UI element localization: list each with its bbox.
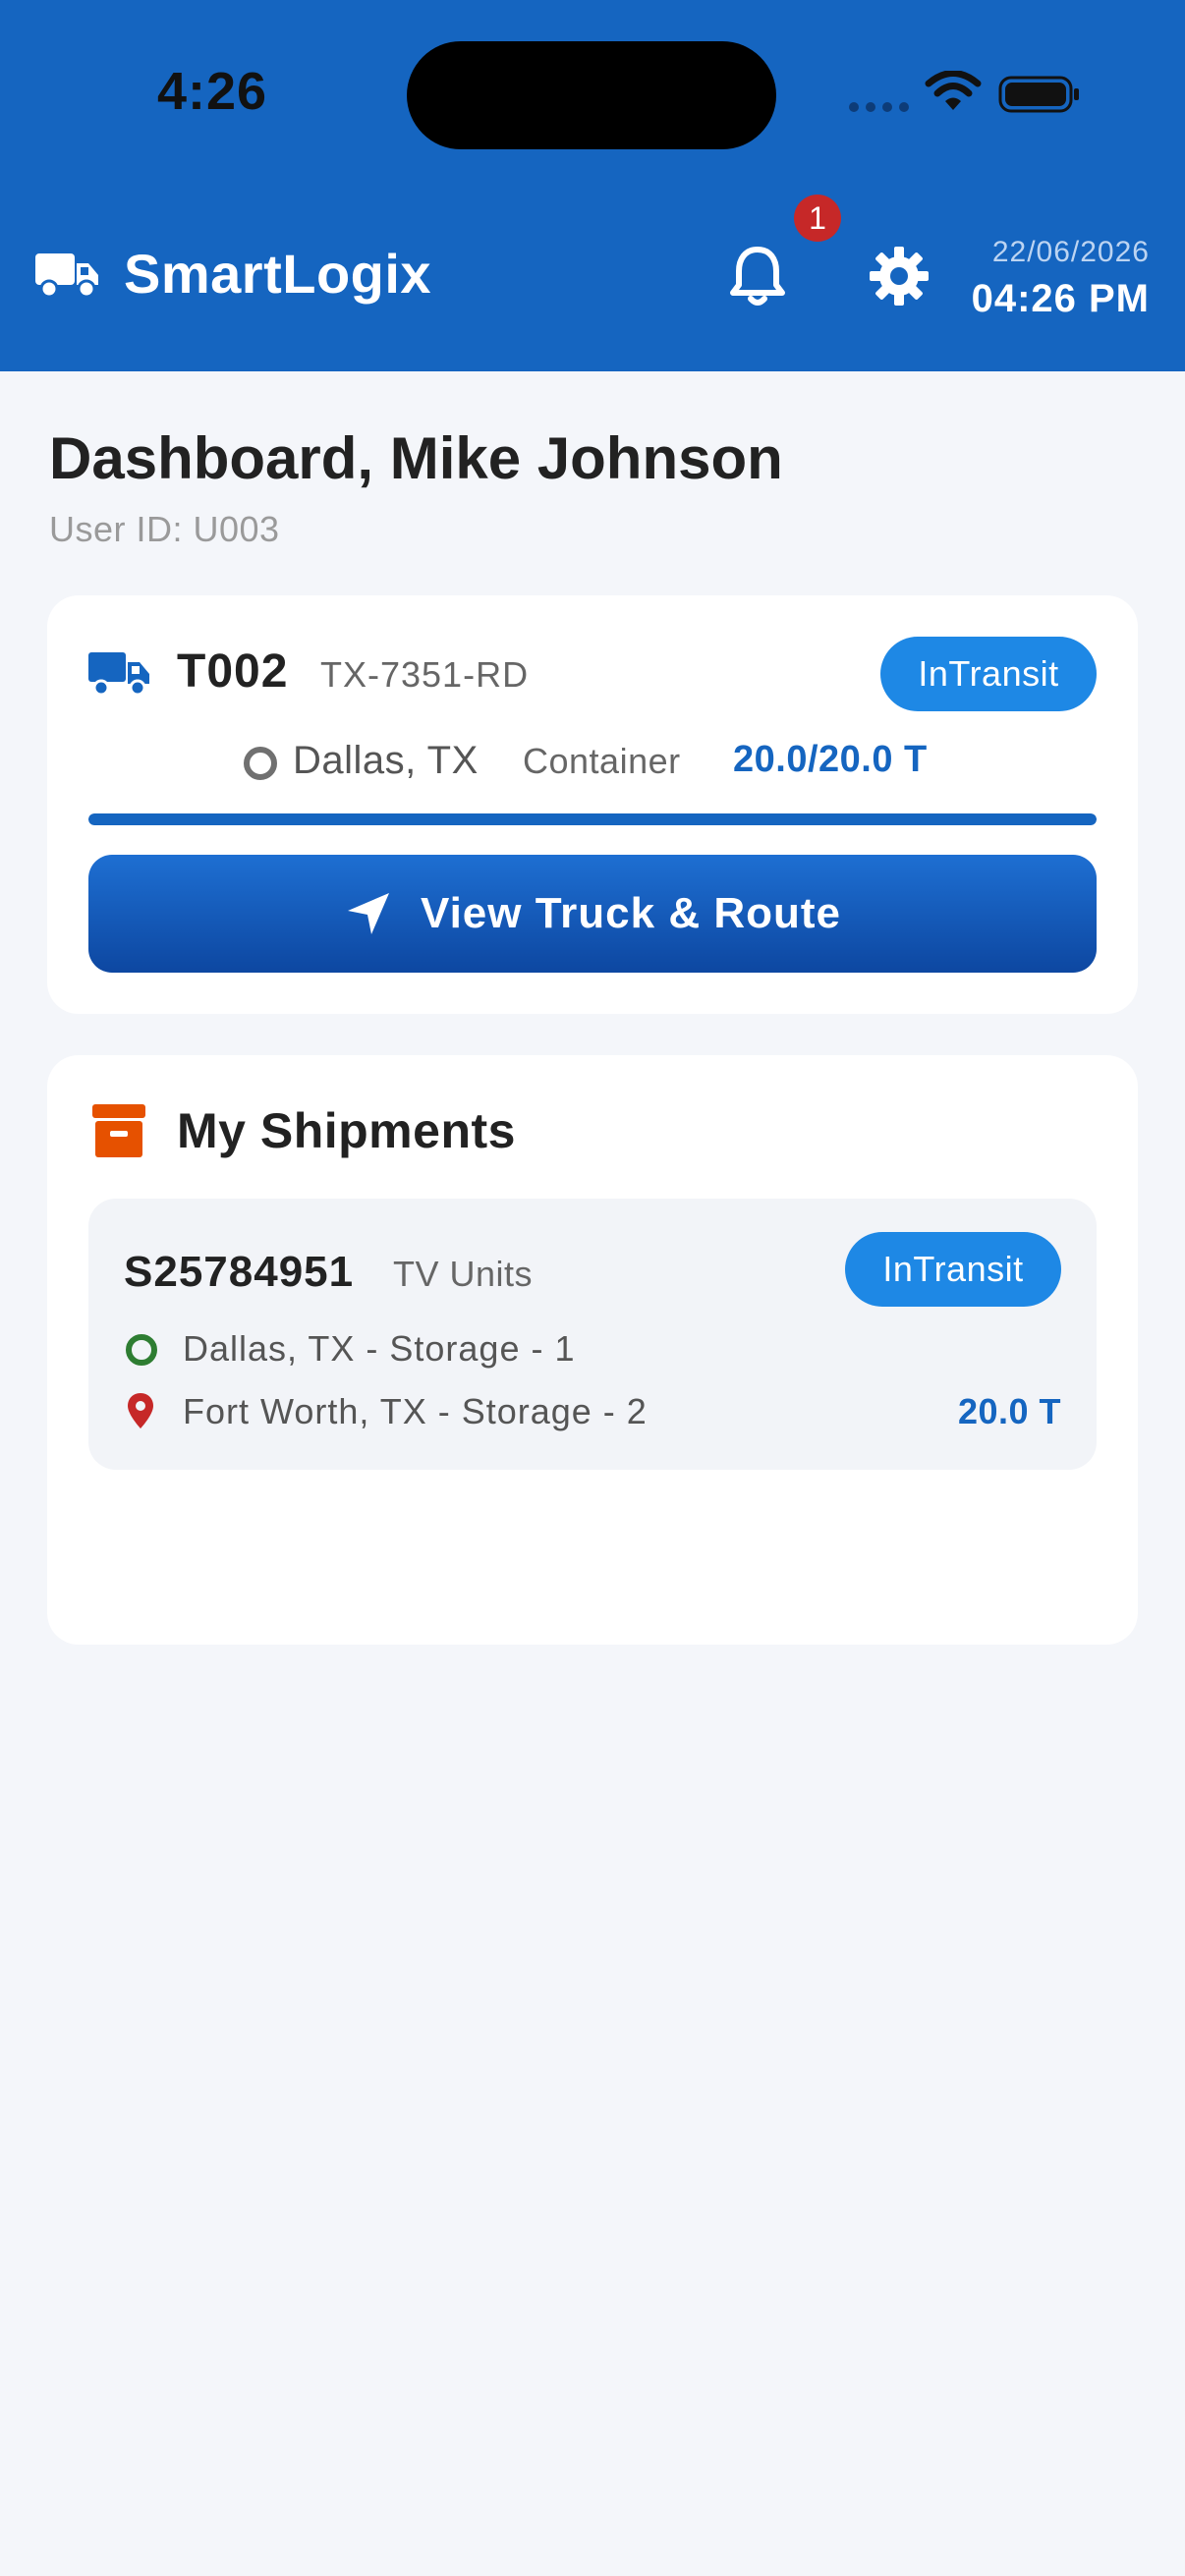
truck-icon — [88, 652, 149, 697]
load-progress-fill — [88, 813, 1097, 825]
shipment-item[interactable]: S25784951 TV Units InTransit Dallas, TX … — [88, 1199, 1097, 1470]
shipments-title: My Shipments — [177, 1103, 516, 1158]
page-title: Dashboard, Mike Johnson — [49, 425, 783, 491]
truck-plate: TX-7351-RD — [320, 654, 530, 695]
truck-status-badge: InTransit — [880, 637, 1097, 711]
shipment-status-badge: InTransit — [845, 1232, 1061, 1307]
notification-bell-icon[interactable] — [727, 244, 788, 308]
location-circle-icon — [244, 747, 277, 780]
shipment-type: TV Units — [393, 1254, 534, 1294]
navigation-arrow-icon — [348, 893, 390, 934]
battery-icon — [998, 76, 1079, 113]
notification-badge: 1 — [794, 195, 841, 242]
dynamic-island — [407, 41, 776, 149]
shipment-id: S25784951 — [124, 1248, 355, 1296]
archive-box-icon — [92, 1104, 145, 1157]
truck-location: Dallas, TX — [293, 739, 479, 782]
shipment-destination: Fort Worth, TX - Storage - 2 — [183, 1391, 648, 1431]
app-header: 4:26 SmartLogix 1 22/06/2026 04:26 PM — [0, 0, 1185, 371]
location-pin-icon — [128, 1393, 153, 1428]
view-truck-route-button[interactable]: View Truck & Route — [88, 855, 1097, 973]
shipment-weight: 20.0 T — [957, 1391, 1061, 1431]
shipments-card: My Shipments S25784951 TV Units InTransi… — [47, 1055, 1138, 1645]
header-time: 04:26 PM — [971, 277, 1150, 320]
truck-load: 20.0/20.0 T — [733, 739, 928, 780]
shipment-origin: Dallas, TX - Storage - 1 — [183, 1328, 576, 1369]
truck-cargo-type: Container — [523, 741, 681, 781]
view-truck-route-label: View Truck & Route — [421, 889, 841, 937]
truck-id: T002 — [177, 645, 289, 698]
user-id: User ID: U003 — [49, 509, 280, 549]
header-date: 22/06/2026 — [991, 236, 1150, 268]
gear-icon[interactable] — [869, 246, 930, 307]
truck-icon — [35, 253, 98, 299]
load-progress-bar — [88, 813, 1097, 825]
truck-card: T002 TX-7351-RD InTransit Dallas, TX Con… — [47, 595, 1138, 1014]
signal-icon — [849, 102, 909, 112]
origin-circle-icon — [126, 1334, 157, 1366]
wifi-icon — [925, 71, 982, 110]
app-title: SmartLogix — [124, 243, 432, 305]
status-bar-time: 4:26 — [157, 62, 268, 121]
